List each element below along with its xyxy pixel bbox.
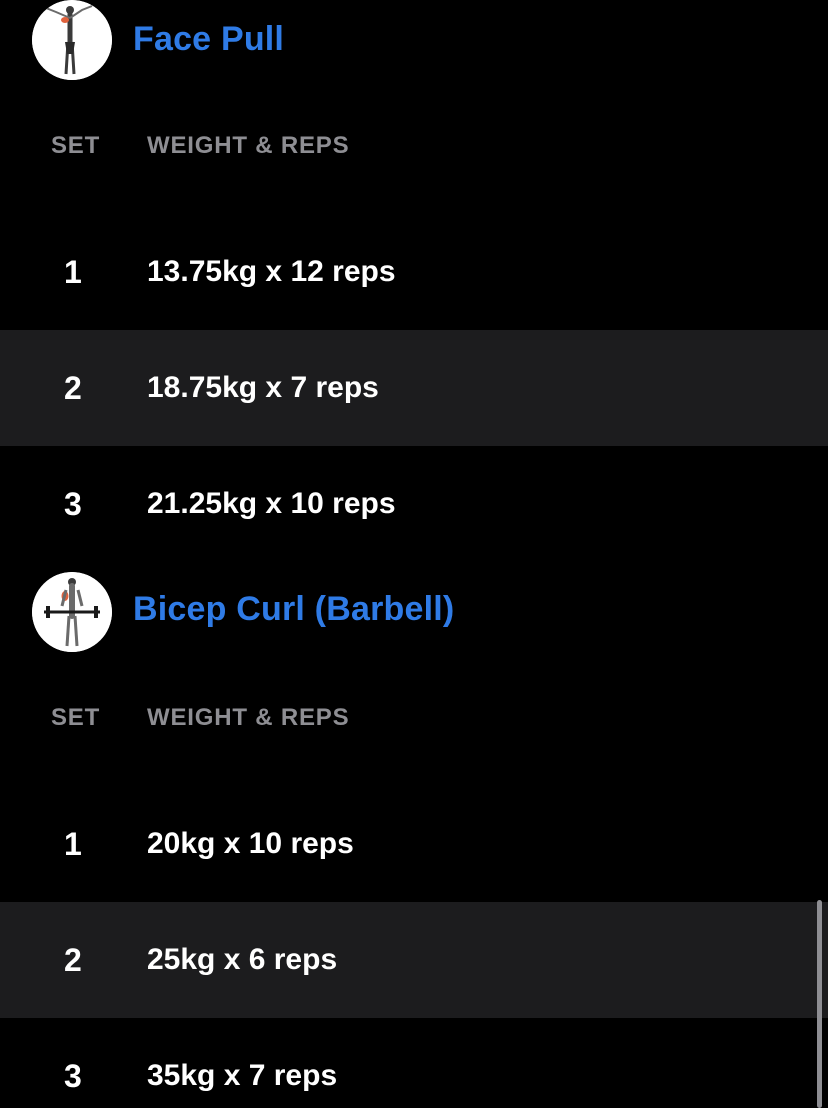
set-number: 3 (64, 486, 82, 522)
set-weight-reps: 35kg x 7 reps (147, 1059, 338, 1092)
set-number: 2 (64, 942, 82, 978)
set-row: 1 20kg x 10 reps (0, 786, 828, 902)
set-number: 1 (64, 254, 82, 290)
set-row: 2 18.75kg x 7 reps (0, 330, 828, 446)
exercise-card-bicep-curl: Bicep Curl (Barbell) SET WEIGHT & REPS 1… (0, 572, 828, 1108)
vertical-scrollbar[interactable] (817, 900, 822, 1108)
set-weight-reps: 18.75kg x 7 reps (147, 371, 379, 404)
set-row: 1 13.75kg x 12 reps (0, 214, 828, 330)
set-row: 3 21.25kg x 10 reps (0, 446, 828, 562)
set-list: 1 13.75kg x 12 reps 2 18.75kg x 7 reps 3… (0, 214, 828, 562)
set-row: 3 35kg x 7 reps (0, 1018, 828, 1108)
set-list: 1 20kg x 10 reps 2 25kg x 6 reps 3 35kg … (0, 786, 828, 1108)
exercise-title[interactable]: Face Pull (133, 20, 284, 59)
set-weight-reps: 21.25kg x 10 reps (147, 487, 396, 520)
set-column-header: SET (51, 704, 101, 731)
exercise-card-face-pull: Face Pull SET WEIGHT & REPS 1 13.75kg x … (0, 0, 828, 562)
weight-reps-column-header: WEIGHT & REPS (147, 132, 350, 159)
set-column-header: SET (51, 132, 101, 159)
workout-detail-screen: Face Pull SET WEIGHT & REPS 1 13.75kg x … (0, 0, 828, 1108)
exercise-header[interactable]: Bicep Curl (Barbell) (0, 572, 828, 652)
set-weight-reps: 20kg x 10 reps (147, 827, 354, 860)
set-table-header: SET WEIGHT & REPS (0, 114, 828, 174)
exercise-title[interactable]: Bicep Curl (Barbell) (133, 590, 454, 629)
set-row: 2 25kg x 6 reps (0, 902, 828, 1018)
set-number: 1 (64, 826, 82, 862)
set-number: 3 (64, 1058, 82, 1094)
exercise-header[interactable]: Face Pull (0, 0, 828, 80)
weight-reps-column-header: WEIGHT & REPS (147, 704, 350, 731)
set-table-header: SET WEIGHT & REPS (0, 686, 828, 746)
set-weight-reps: 13.75kg x 12 reps (147, 255, 396, 288)
set-weight-reps: 25kg x 6 reps (147, 943, 338, 976)
face-pull-figure-icon[interactable] (32, 0, 112, 80)
set-number: 2 (64, 370, 82, 406)
bicep-curl-figure-icon[interactable] (32, 572, 112, 652)
